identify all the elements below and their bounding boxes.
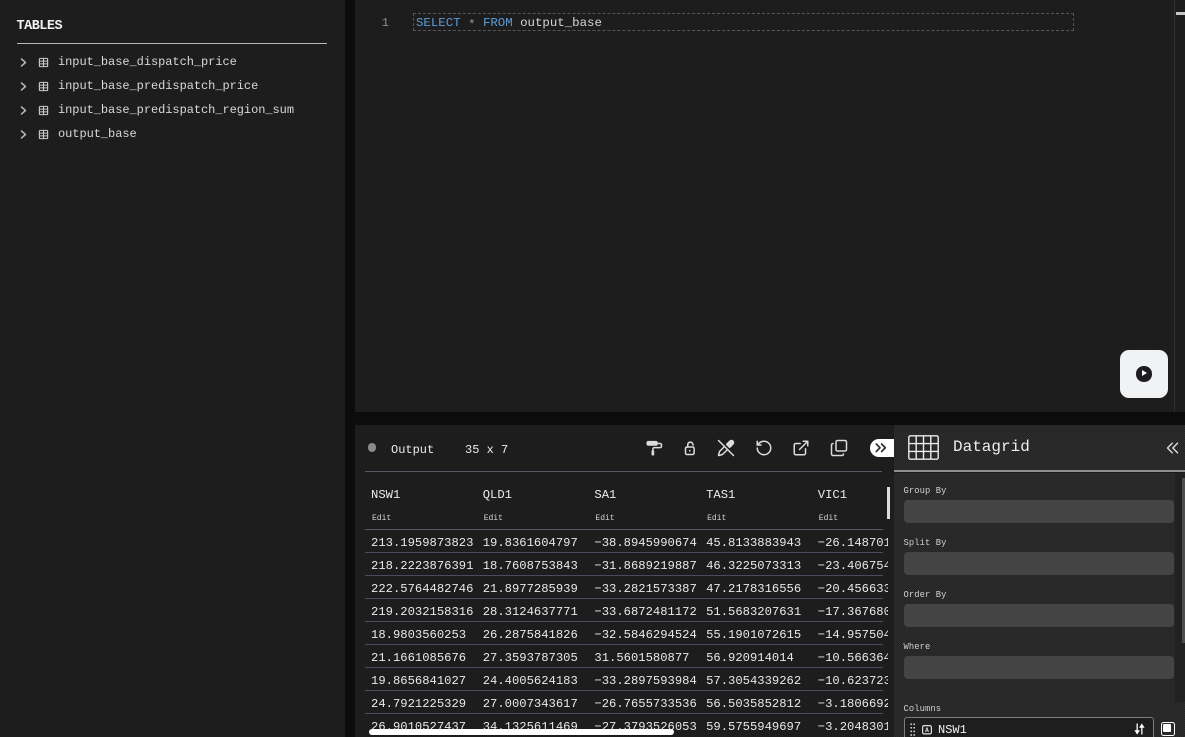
svg-text:A: A bbox=[925, 727, 929, 734]
